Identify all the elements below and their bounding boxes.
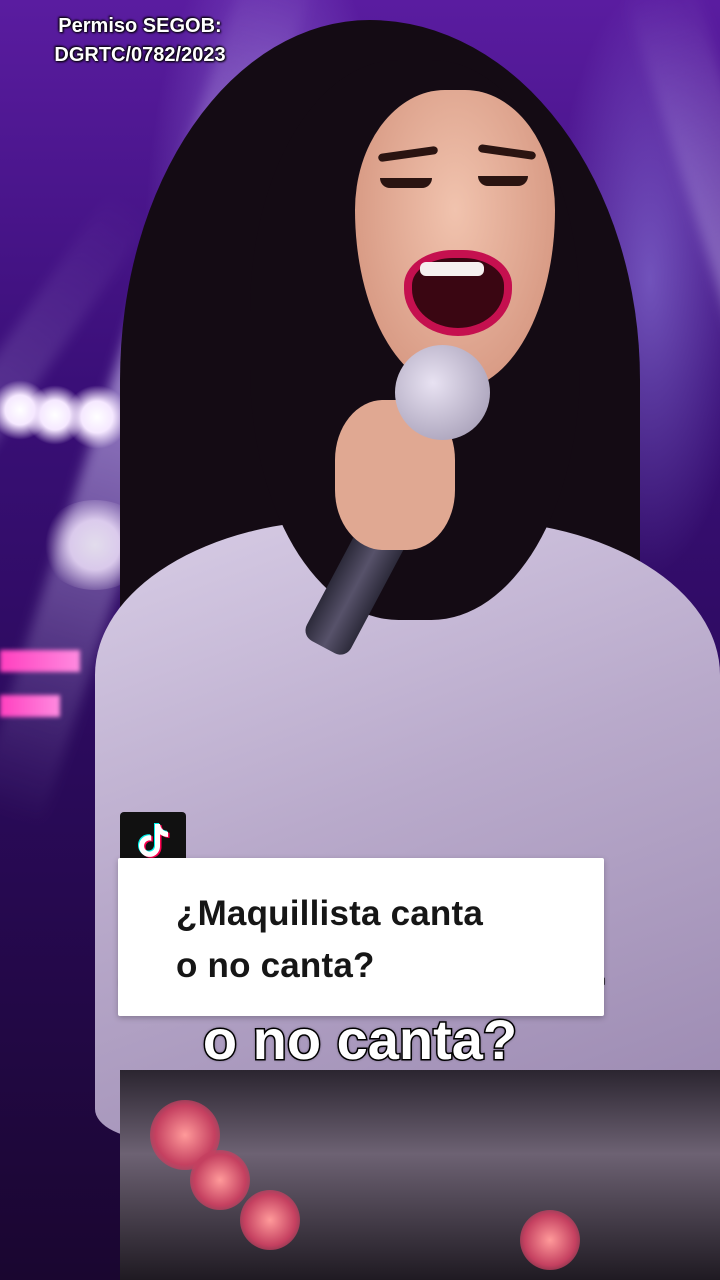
sequin-sparkle bbox=[190, 1150, 250, 1210]
permit-line-2: DGRTC/0782/2023 bbox=[54, 44, 226, 66]
sequin-sparkle bbox=[240, 1190, 300, 1250]
sequin-sparkle bbox=[520, 1210, 580, 1270]
pink-led-strip bbox=[0, 650, 80, 672]
permit-notice: Permiso SEGOB: DGRTC/0782/2023 bbox=[0, 12, 280, 70]
tiktok-logo-icon bbox=[138, 823, 170, 858]
video-caption-line-2: o no canta? bbox=[201, 1007, 518, 1073]
card-caption-line-2: o no canta? bbox=[176, 946, 375, 985]
pink-led-strip bbox=[0, 695, 60, 717]
singer-eye bbox=[380, 178, 432, 188]
video-frame bbox=[0, 0, 720, 1280]
singer-teeth bbox=[420, 262, 484, 276]
singer-eye bbox=[478, 176, 528, 186]
tiktok-caption-card: ¿Maquillista canta o no canta? bbox=[118, 858, 604, 1016]
permit-line-1: Permiso SEGOB: bbox=[58, 15, 222, 37]
card-caption-line-1: ¿Maquillista canta bbox=[176, 894, 483, 933]
microphone-head bbox=[395, 345, 490, 440]
